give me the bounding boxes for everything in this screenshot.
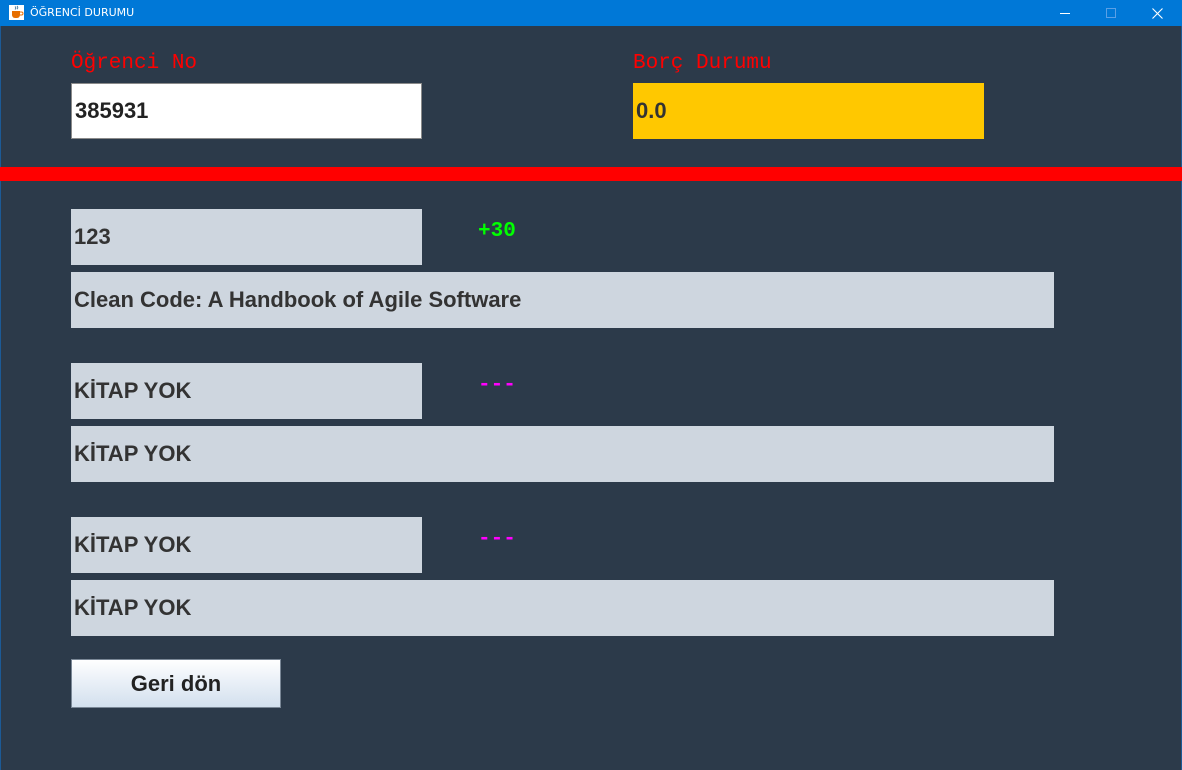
book-id-field-3: KİTAP YOK — [71, 517, 422, 573]
debt-status-field: 0.0 — [633, 83, 984, 139]
minimize-button[interactable] — [1042, 0, 1088, 26]
maximize-button[interactable] — [1088, 0, 1134, 26]
back-button[interactable]: Geri dön — [71, 659, 281, 708]
student-status-window: ÖĞRENCİ DURUMU Öğrenci No 385931 Borç Du… — [0, 0, 1182, 770]
book-id-field-2: KİTAP YOK — [71, 363, 422, 419]
section-divider — [0, 167, 1182, 181]
window-border-left — [0, 26, 1, 770]
window-title: ÖĞRENCİ DURUMU — [30, 6, 135, 19]
close-button[interactable] — [1134, 0, 1180, 26]
title-bar[interactable]: ÖĞRENCİ DURUMU — [0, 0, 1182, 26]
book-status-1: +30 — [478, 220, 516, 243]
book-status-2: --- — [478, 374, 516, 397]
book-status-3: --- — [478, 528, 516, 551]
java-cup-icon — [9, 5, 24, 20]
book-title-field-3: KİTAP YOK — [71, 580, 1054, 636]
book-title-field-2: KİTAP YOK — [71, 426, 1054, 482]
student-no-field[interactable]: 385931 — [71, 83, 422, 139]
debt-status-label: Borç Durumu — [633, 52, 772, 75]
maximize-icon — [1106, 8, 1116, 18]
book-title-field-1: Clean Code: A Handbook of Agile Software — [71, 272, 1054, 328]
close-icon — [1151, 7, 1163, 19]
book-id-field-1: 123 — [71, 209, 422, 265]
student-no-label: Öğrenci No — [71, 52, 198, 75]
minimize-icon — [1060, 8, 1070, 18]
